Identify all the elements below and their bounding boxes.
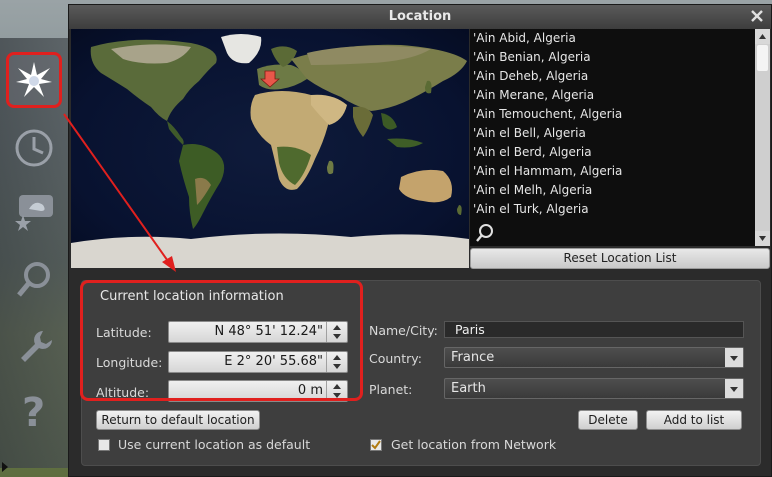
latitude-label: Latitude: bbox=[96, 325, 152, 340]
list-item[interactable]: 'Ain Benian, Algeria bbox=[470, 48, 755, 67]
scroll-up-button[interactable] bbox=[755, 29, 770, 44]
altitude-label: Altitude: bbox=[96, 385, 150, 400]
altitude-spinbox[interactable]: 0 m bbox=[168, 380, 348, 402]
dialog-title: Location bbox=[388, 9, 452, 24]
section-title: Current location information bbox=[100, 289, 284, 304]
location-list[interactable]: 'Ain Abid, Algeria 'Ain Benian, Algeria … bbox=[470, 29, 755, 246]
country-dropdown-button[interactable] bbox=[725, 348, 743, 367]
delete-button[interactable]: Delete bbox=[578, 410, 638, 430]
checkmark-icon bbox=[371, 440, 381, 450]
reset-location-list-button[interactable]: Reset Location List bbox=[470, 248, 770, 269]
chevron-up-icon bbox=[759, 34, 766, 39]
use-default-label: Use current location as default bbox=[118, 437, 311, 452]
latitude-stepper[interactable] bbox=[326, 322, 347, 342]
network-checkbox[interactable] bbox=[370, 439, 382, 451]
country-select[interactable]: France bbox=[444, 347, 744, 368]
list-item[interactable]: 'Ain el Berd, Algeria bbox=[470, 143, 755, 162]
longitude-value: E 2° 20' 55.68" bbox=[224, 354, 323, 369]
network-label: Get location from Network bbox=[391, 437, 557, 452]
help-question-icon: ? bbox=[22, 390, 45, 432]
list-item[interactable]: 'Ain el Hammam, Algeria bbox=[470, 162, 755, 181]
sky-viewing-options-button[interactable] bbox=[6, 184, 62, 240]
location-window-button[interactable] bbox=[6, 52, 62, 108]
dialog-titlebar[interactable]: Location bbox=[69, 5, 771, 29]
country-label: Country: bbox=[369, 351, 422, 366]
scroll-down-button[interactable] bbox=[755, 231, 770, 246]
close-icon[interactable] bbox=[749, 8, 765, 24]
list-item[interactable]: 'Ain Deheb, Algeria bbox=[470, 67, 755, 86]
current-location-panel: Current location information Latitude: N… bbox=[81, 280, 761, 466]
date-time-button[interactable] bbox=[6, 120, 62, 176]
spin-arrows-icon bbox=[333, 325, 341, 339]
sky-view-icon bbox=[15, 195, 53, 231]
list-item[interactable]: 'Ain Abid, Algeria bbox=[470, 29, 755, 48]
altitude-stepper[interactable] bbox=[326, 381, 347, 401]
list-item[interactable]: 'Ain el Bell, Algeria bbox=[470, 124, 755, 143]
world-map-image bbox=[71, 34, 469, 268]
list-item[interactable]: 'Ain el Melh, Algeria bbox=[470, 181, 755, 200]
configuration-button[interactable] bbox=[6, 318, 62, 374]
compass-star-icon bbox=[16, 62, 52, 97]
chevron-down-icon bbox=[730, 387, 738, 392]
chevron-down-icon bbox=[730, 356, 738, 361]
scroll-thumb[interactable] bbox=[757, 45, 768, 71]
chevron-down-icon bbox=[759, 236, 766, 241]
location-search-row[interactable] bbox=[470, 220, 755, 246]
name-city-label: Name/City: bbox=[369, 323, 438, 338]
spin-arrows-icon bbox=[333, 384, 341, 398]
clock-icon bbox=[15, 129, 53, 167]
planet-value: Earth bbox=[451, 381, 486, 396]
location-list-scrollbar[interactable] bbox=[755, 29, 770, 246]
latitude-value: N 48° 51' 12.24" bbox=[214, 324, 323, 339]
list-item[interactable]: 'Ain Temouchent, Algeria bbox=[470, 105, 755, 124]
search-window-button[interactable] bbox=[6, 252, 62, 308]
name-city-field[interactable]: Paris bbox=[444, 321, 744, 338]
latitude-spinbox[interactable]: N 48° 51' 12.24" bbox=[168, 321, 348, 343]
country-value: France bbox=[451, 350, 495, 365]
planet-select[interactable]: Earth bbox=[444, 378, 744, 399]
name-city-value: Paris bbox=[455, 322, 485, 337]
add-to-list-button[interactable]: Add to list bbox=[646, 410, 742, 430]
toolbar-expand-arrow-icon[interactable] bbox=[2, 462, 8, 472]
planet-label: Planet: bbox=[369, 382, 413, 397]
help-button[interactable]: ? bbox=[6, 382, 62, 438]
list-item[interactable]: 'Ain el Turk, Algeria bbox=[470, 200, 755, 219]
world-map[interactable] bbox=[71, 29, 469, 268]
use-default-checkbox[interactable] bbox=[98, 439, 110, 451]
location-dialog: Location 'Ain Abid, Algeria 'Ain Benian,… bbox=[68, 4, 772, 477]
longitude-spinbox[interactable]: E 2° 20' 55.68" bbox=[168, 351, 348, 373]
planet-dropdown-button[interactable] bbox=[725, 379, 743, 398]
return-to-default-button[interactable]: Return to default location bbox=[96, 410, 260, 430]
longitude-label: Longitude: bbox=[96, 355, 163, 370]
altitude-value: 0 m bbox=[297, 383, 323, 398]
wrench-icon bbox=[21, 331, 52, 362]
search-magnifier-icon bbox=[17, 262, 50, 297]
svg-text:?: ? bbox=[22, 390, 45, 432]
spin-arrows-icon bbox=[333, 355, 341, 369]
search-icon[interactable] bbox=[474, 222, 496, 244]
longitude-stepper[interactable] bbox=[326, 352, 347, 372]
list-item[interactable]: 'Ain Merane, Algeria bbox=[470, 86, 755, 105]
